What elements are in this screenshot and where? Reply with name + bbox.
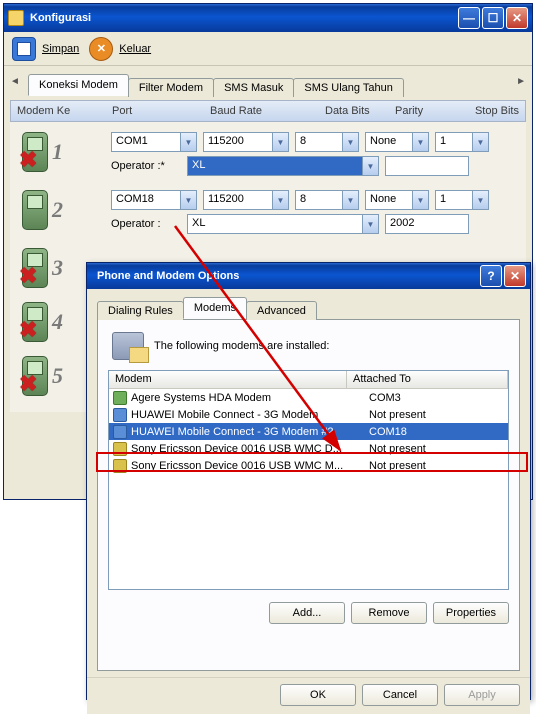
chevron-down-icon: ▼ — [412, 191, 428, 209]
chevron-down-icon: ▼ — [362, 215, 378, 233]
add-button[interactable]: Add... — [269, 602, 345, 624]
tab-advanced[interactable]: Advanced — [246, 301, 317, 320]
app-icon — [8, 10, 24, 26]
modem-row-1: 1 COM1▼ 115200▼ 8▼ None▼ 1▼ Operator :* … — [16, 128, 520, 186]
column-header-row: Modem Ke Port Baud Rate Data Bits Parity… — [10, 100, 526, 122]
chevron-down-icon: ▼ — [342, 191, 358, 209]
list-col-modem[interactable]: Modem — [109, 371, 347, 388]
dialog-footer: OK Cancel Apply — [87, 677, 530, 714]
chevron-down-icon: ▼ — [180, 191, 196, 209]
col-baud: Baud Rate — [204, 105, 319, 117]
phone-icon — [22, 302, 48, 342]
list-item[interactable]: Sony Ericsson Device 0016 USB WMC D... N… — [109, 440, 508, 457]
list-item[interactable]: HUAWEI Mobile Connect - 3G Modem Not pre… — [109, 406, 508, 423]
list-item[interactable]: Agere Systems HDA Modem COM3 — [109, 389, 508, 406]
phone-icon — [22, 190, 48, 230]
operator-combo[interactable]: XL▼ — [187, 214, 379, 234]
chevron-down-icon: ▼ — [472, 133, 488, 151]
col-data: Data Bits — [319, 105, 389, 117]
main-tabs: Koneksi Modem Filter Modem SMS Masuk SMS… — [4, 66, 532, 96]
modem-icon — [113, 459, 127, 473]
phone-modem-options-dialog: Phone and Modem Options ? ✕ Dialing Rule… — [86, 262, 531, 700]
modem-index: 4 — [52, 309, 63, 335]
remove-button[interactable]: Remove — [351, 602, 427, 624]
chevron-down-icon: ▼ — [342, 133, 358, 151]
dialog-tabs: Dialing Rules Modems Advanced — [97, 297, 520, 319]
modem-row-2: 2 COM18▼ 115200▼ 8▼ None▼ 1▼ Operator : … — [16, 186, 520, 244]
modem-index: 5 — [52, 363, 63, 389]
main-toolbar: Simpan ✕ Keluar — [4, 32, 532, 66]
modem-icon — [113, 408, 127, 422]
modem-list[interactable]: Modem Attached To Agere Systems HDA Mode… — [108, 370, 509, 590]
properties-button[interactable]: Properties — [433, 602, 509, 624]
ok-button[interactable]: OK — [280, 684, 356, 706]
dialog-title: Phone and Modem Options — [91, 270, 480, 282]
operator-extra-input[interactable]: 2002 — [385, 214, 469, 234]
port-combo[interactable]: COM1▼ — [111, 132, 197, 152]
cancel-button[interactable]: Cancel — [362, 684, 438, 706]
databits-combo[interactable]: 8▼ — [295, 190, 359, 210]
modem-index: 3 — [52, 255, 63, 281]
chevron-down-icon: ▼ — [272, 133, 288, 151]
exit-icon: ✕ — [89, 37, 113, 61]
operator-extra-input[interactable] — [385, 156, 469, 176]
dialog-panel: The following modems are installed: Mode… — [97, 319, 520, 671]
chevron-down-icon: ▼ — [472, 191, 488, 209]
dialog-body: Dialing Rules Modems Advanced The follow… — [87, 289, 530, 677]
col-modem: Modem Ke — [11, 105, 106, 117]
dialog-close-button[interactable]: ✕ — [504, 265, 526, 287]
baud-combo[interactable]: 115200▼ — [203, 132, 289, 152]
apply-button[interactable]: Apply — [444, 684, 520, 706]
save-label: Simpan — [42, 43, 79, 55]
databits-combo[interactable]: 8▼ — [295, 132, 359, 152]
tab-modems[interactable]: Modems — [183, 297, 247, 319]
maximize-button[interactable]: ☐ — [482, 7, 504, 29]
help-button[interactable]: ? — [480, 265, 502, 287]
tab-dialing-rules[interactable]: Dialing Rules — [97, 301, 184, 320]
list-header: Modem Attached To — [109, 371, 508, 389]
minimize-button[interactable]: — — [458, 7, 480, 29]
modem-icon — [113, 442, 127, 456]
main-title: Konfigurasi — [30, 12, 458, 24]
exit-label: Keluar — [119, 43, 151, 55]
modem-index: 2 — [52, 197, 63, 223]
phone-icon — [22, 248, 48, 288]
modem-index: 1 — [52, 139, 63, 165]
tab-sms-masuk[interactable]: SMS Masuk — [213, 78, 294, 97]
list-col-attached[interactable]: Attached To — [347, 371, 508, 388]
close-button[interactable]: ✕ — [506, 7, 528, 29]
save-icon — [12, 37, 36, 61]
dialog-titlebar[interactable]: Phone and Modem Options ? ✕ — [87, 263, 530, 289]
tab-filter-modem[interactable]: Filter Modem — [128, 78, 214, 97]
chevron-down-icon: ▼ — [412, 133, 428, 151]
exit-button[interactable]: ✕ Keluar — [89, 37, 151, 61]
parity-combo[interactable]: None▼ — [365, 132, 429, 152]
col-parity: Parity — [389, 105, 454, 117]
col-port: Port — [106, 105, 204, 117]
chevron-down-icon: ▼ — [272, 191, 288, 209]
col-stop: Stop Bits — [454, 105, 525, 117]
list-item[interactable]: Sony Ericsson Device 0016 USB WMC M... N… — [109, 457, 508, 474]
operator-label: Operator : — [111, 218, 181, 230]
stopbits-combo[interactable]: 1▼ — [435, 132, 489, 152]
phone-icon — [22, 132, 48, 172]
port-combo[interactable]: COM18▼ — [111, 190, 197, 210]
main-titlebar[interactable]: Konfigurasi — ☐ ✕ — [4, 4, 532, 32]
chevron-down-icon: ▼ — [180, 133, 196, 151]
operator-label: Operator :* — [111, 160, 181, 172]
list-item-selected[interactable]: HUAWEI Mobile Connect - 3G Modem #2 COM1… — [109, 423, 508, 440]
tab-sms-ulang-tahun[interactable]: SMS Ulang Tahun — [293, 78, 403, 97]
dialog-intro-text: The following modems are installed: — [154, 340, 329, 352]
tab-koneksi-modem[interactable]: Koneksi Modem — [28, 74, 129, 96]
save-button[interactable]: Simpan — [12, 37, 79, 61]
modems-icon — [112, 332, 144, 360]
baud-combo[interactable]: 115200▼ — [203, 190, 289, 210]
phone-icon — [22, 356, 48, 396]
operator-combo[interactable]: XL▼ — [187, 156, 379, 176]
stopbits-combo[interactable]: 1▼ — [435, 190, 489, 210]
modem-icon — [113, 425, 127, 439]
chevron-down-icon: ▼ — [362, 157, 378, 175]
parity-combo[interactable]: None▼ — [365, 190, 429, 210]
modem-icon — [113, 391, 127, 405]
